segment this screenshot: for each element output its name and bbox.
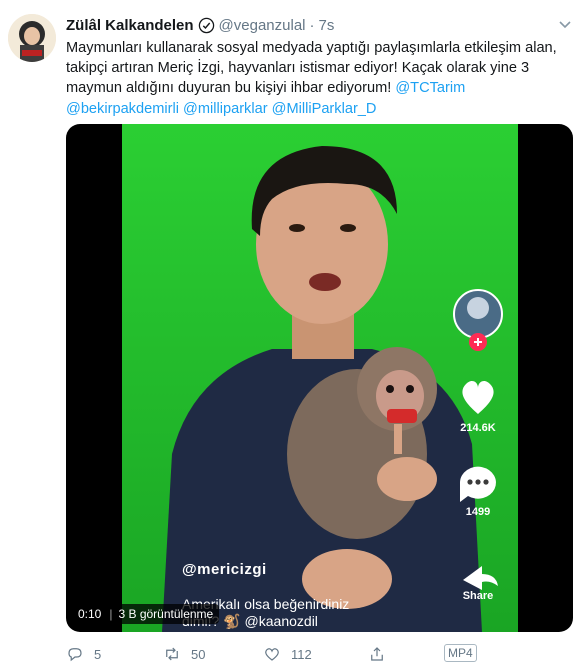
tweet-text-line-3: maymun aldığını duyuran bu kişiyi ihbar … <box>66 78 576 98</box>
badge-separator: | <box>109 607 113 621</box>
tweet-text-line: takipçi artıran Meriç İzgi, hayvanları i… <box>66 60 530 77</box>
verified-icon <box>198 17 214 33</box>
mention-milliparklar-d[interactable]: @MilliParklar_D <box>272 101 377 117</box>
tiktok-comments-count: 1499 <box>465 506 491 518</box>
retweet-button[interactable]: 50 <box>163 645 205 663</box>
mention-bekirpakdemirli[interactable]: @bekirpakdemirli <box>66 101 179 117</box>
author-handle[interactable]: @veganzulal <box>219 17 306 34</box>
reply-icon <box>68 648 82 662</box>
retweet-count: 50 <box>191 646 206 662</box>
share-button[interactable] <box>368 645 386 663</box>
tiktok-side-bar: 214.6K 1499 Share <box>438 124 518 632</box>
reply-count: 5 <box>94 646 102 662</box>
like-count: 112 <box>291 646 312 662</box>
mention-milliparklar[interactable]: @milliparklar <box>183 101 268 117</box>
video-overlay-handle: @mericizgi <box>182 561 267 578</box>
avatar[interactable] <box>8 14 56 62</box>
tweet-text-line-4: @bekirpakdemirli @milliparklar @MilliPar… <box>66 99 576 119</box>
tweet-time[interactable]: 7s <box>319 17 335 34</box>
heart-icon <box>265 648 279 661</box>
author-name[interactable]: Zülâl Kalkandelen <box>66 17 194 34</box>
retweet-icon <box>166 647 178 661</box>
tweet[interactable]: Zülâl Kalkandelen @veganzulal · 7s Maymu… <box>0 0 585 664</box>
caption-line-2: dimi!? 🐒 @kaanozdil <box>182 613 318 629</box>
video-frame[interactable]: 214.6K 1499 Share @mericizgi Amerikalı o… <box>122 124 518 632</box>
avatar-image <box>8 14 56 62</box>
video-views: 3 B görüntülenme <box>118 607 214 621</box>
like-button[interactable]: 112 <box>263 645 312 663</box>
video-elapsed: 0:10 <box>78 607 102 621</box>
tweet-text-segment: maymun aldığını duyuran bu kişiyi ihbar … <box>66 80 392 97</box>
tweet-header: Zülâl Kalkandelen @veganzulal · 7s <box>66 14 555 36</box>
share-icon <box>371 647 383 661</box>
video-overlay-caption: Amerikalı olsa beğenirdiniz dimi!? 🐒 @ka… <box>182 596 502 630</box>
tweet-text-line: Maymunları kullanarak sosyal medyada yap… <box>66 40 557 56</box>
media-format-badge: MP4 <box>444 644 477 662</box>
chevron-down-icon[interactable] <box>557 16 573 32</box>
mention-tctarim[interactable]: @TCTarim <box>395 80 465 96</box>
reply-button[interactable]: 5 <box>66 645 101 663</box>
video-time-badge: 0:10 | 3 B görüntülenme <box>72 604 220 624</box>
tweet-actions: 5 50 112 MP4 <box>66 644 576 664</box>
video-player[interactable]: 214.6K 1499 Share @mericizgi Amerikalı o… <box>66 124 573 632</box>
tiktok-likes-count: 214.6K <box>460 422 496 434</box>
caption-line-1: Amerikalı olsa beğenirdiniz <box>182 596 350 612</box>
tweet-text: Maymunları kullanarak sosyal medyada yap… <box>66 38 576 119</box>
tiktok-icons <box>453 289 503 590</box>
separator-dot: · <box>309 16 315 34</box>
